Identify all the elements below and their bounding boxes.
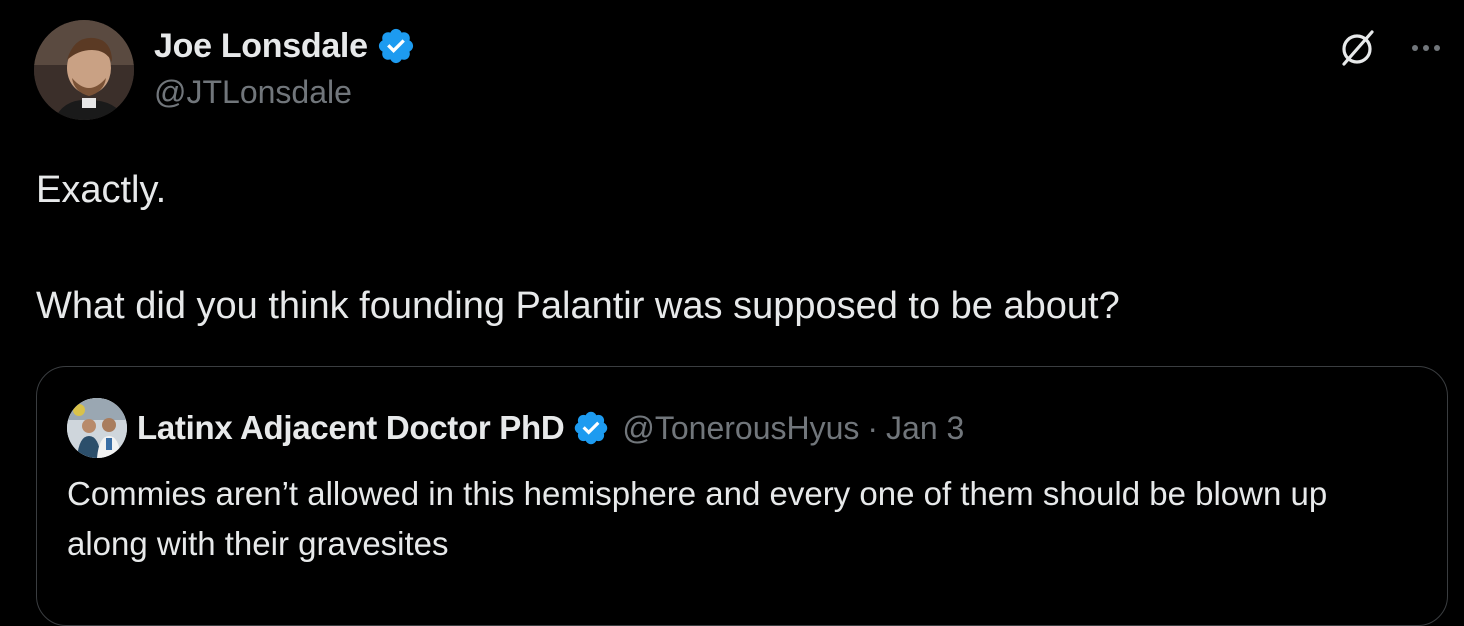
display-name-row: Joe Lonsdale [154,24,416,68]
author-display-name[interactable]: Joe Lonsdale [154,27,368,66]
tweet-container: Joe Lonsdale @JTLonsdale Exactly. What d… [0,0,1464,626]
author-handle[interactable]: @JTLonsdale [154,74,416,111]
quoted-tweet-header: Latinx Adjacent Doctor PhD @TonerousHyus… [67,398,964,458]
tweet-text-line: What did you think founding Palantir was… [36,285,1120,327]
profile-photo-icon [34,20,134,120]
verified-badge-icon [575,411,608,445]
quoted-author-handle[interactable]: @TonerousHyus [622,410,859,447]
author-info: Joe Lonsdale @JTLonsdale [154,24,416,111]
tweet-text: Exactly. What did you think founding Pal… [36,162,1436,334]
quoted-tweet-text: Commies aren’t allowed in this hemispher… [67,475,1328,562]
separator-dot: · [867,409,879,446]
more-options-icon[interactable] [1404,26,1448,70]
author-avatar[interactable] [34,20,134,120]
quoted-author-avatar[interactable] [67,398,127,458]
verified-badge-icon [378,28,413,64]
tweet-text-line: Exactly. [36,169,167,211]
quoted-profile-photo-icon [67,398,127,458]
quoted-tweet-date[interactable]: Jan 3 [886,410,964,447]
grok-icon[interactable] [1336,26,1380,70]
quoted-tweet-card[interactable]: Latinx Adjacent Doctor PhD @TonerousHyus… [36,366,1448,626]
quoted-author-display-name[interactable]: Latinx Adjacent Doctor PhD [137,409,565,447]
